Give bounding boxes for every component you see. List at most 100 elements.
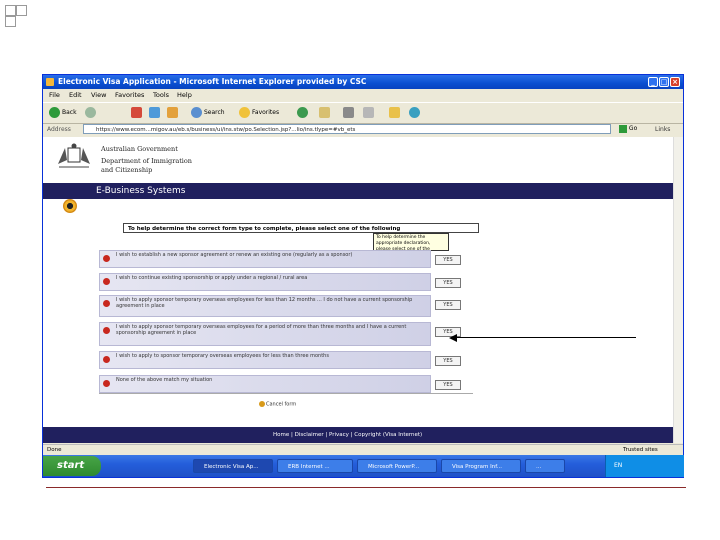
start-button[interactable]: start bbox=[43, 456, 101, 476]
option-text: I wish to apply sponsor temporary overse… bbox=[116, 324, 407, 336]
yes-button[interactable]: YES bbox=[435, 380, 461, 390]
address-label: Address bbox=[47, 126, 71, 133]
taskbar-item[interactable]: Electronic Visa Ap... bbox=[193, 459, 273, 473]
arrow-bullet-icon bbox=[103, 255, 110, 262]
cancel-form-link[interactable]: Cancel form bbox=[259, 401, 296, 408]
print-icon bbox=[343, 107, 354, 118]
messenger-button[interactable] bbox=[409, 106, 422, 120]
taskbar-item[interactable]: Visa Program Inf... bbox=[441, 459, 521, 473]
form-prompt: To help determine the correct form type … bbox=[123, 223, 479, 233]
menu-file[interactable]: File bbox=[49, 89, 60, 101]
browser-window: Electronic Visa Application - Microsoft … bbox=[42, 74, 684, 478]
ie-icon bbox=[46, 78, 54, 86]
back-arrow-icon bbox=[49, 107, 60, 118]
status-bar: Done Trusted sites bbox=[43, 444, 683, 455]
option-text: I wish to apply to sponsor temporary ove… bbox=[116, 353, 329, 359]
edit-icon bbox=[363, 107, 374, 118]
edit-button[interactable] bbox=[363, 106, 376, 120]
arrow-bullet-icon bbox=[103, 300, 110, 307]
tooltip: To help determine the appropriate declar… bbox=[373, 233, 449, 251]
print-button[interactable] bbox=[343, 106, 356, 120]
option-text: I wish to establish a new sponsor agreem… bbox=[116, 252, 353, 258]
search-label: Search bbox=[204, 109, 225, 116]
yes-button[interactable]: YES bbox=[435, 300, 461, 310]
folder-button[interactable] bbox=[389, 106, 402, 120]
slide-divider bbox=[46, 487, 686, 488]
cancel-icon bbox=[259, 401, 265, 407]
taskbar-item[interactable]: ... bbox=[525, 459, 565, 473]
language-indicator[interactable]: EN bbox=[614, 455, 622, 477]
annotation-arrowhead bbox=[449, 334, 457, 342]
back-button[interactable]: Back bbox=[49, 106, 77, 120]
mail-icon bbox=[319, 107, 330, 118]
option-panel: I wish to apply sponsor temporary overse… bbox=[99, 295, 431, 317]
option-row: I wish to apply sponsor temporary overse… bbox=[99, 322, 473, 346]
slide-corner-marker bbox=[5, 5, 16, 16]
option-panel: I wish to apply to sponsor temporary ove… bbox=[99, 351, 431, 369]
yes-button[interactable]: YES bbox=[435, 255, 461, 265]
mail-button[interactable] bbox=[319, 106, 332, 120]
annotation-arrow bbox=[456, 337, 636, 338]
star-icon bbox=[239, 107, 250, 118]
search-button[interactable]: Search bbox=[191, 106, 225, 120]
minimize-button[interactable]: _ bbox=[648, 77, 658, 87]
address-input[interactable]: https://www.ecom...migov.au/eb.s/busines… bbox=[83, 124, 611, 134]
page-footer: Home | Disclaimer | Privacy | Copyright … bbox=[43, 427, 673, 443]
search-icon bbox=[191, 107, 202, 118]
option-panel: I wish to continue existing sponsorship … bbox=[99, 273, 431, 291]
menu-favorites[interactable]: Favorites bbox=[115, 89, 144, 101]
taskbar-item[interactable]: ERB Internet ... bbox=[277, 459, 353, 473]
option-panel: None of the above match my situation bbox=[99, 375, 431, 393]
home-button[interactable] bbox=[167, 106, 180, 120]
folder-icon bbox=[389, 107, 400, 118]
window-title: Electronic Visa Application - Microsoft … bbox=[58, 77, 367, 86]
option-row: I wish to establish a new sponsor agreem… bbox=[99, 250, 473, 268]
refresh-icon bbox=[149, 107, 160, 118]
menu-help[interactable]: Help bbox=[177, 89, 192, 101]
slide-corner-marker bbox=[5, 16, 16, 27]
menu-tools[interactable]: Tools bbox=[153, 89, 169, 101]
stop-icon bbox=[131, 107, 142, 118]
taskbar-item[interactable]: Microsoft PowerP... bbox=[357, 459, 437, 473]
history-icon bbox=[297, 107, 308, 118]
option-row: I wish to apply sponsor temporary overse… bbox=[99, 295, 473, 317]
back-label: Back bbox=[62, 109, 77, 116]
coat-of-arms-icon bbox=[58, 143, 90, 168]
maximize-button[interactable]: □ bbox=[659, 77, 669, 87]
history-button[interactable] bbox=[297, 106, 310, 120]
taskbar: start Electronic Visa Ap... ERB Internet… bbox=[43, 455, 684, 477]
divider bbox=[99, 393, 473, 394]
arrow-bullet-icon bbox=[103, 278, 110, 285]
forward-arrow-icon bbox=[85, 107, 96, 118]
go-button[interactable]: Go bbox=[619, 124, 645, 134]
refresh-button[interactable] bbox=[149, 106, 162, 120]
cancel-label: Cancel form bbox=[266, 401, 297, 408]
home-icon bbox=[167, 107, 178, 118]
close-button[interactable]: × bbox=[670, 77, 680, 87]
arrow-bullet-icon bbox=[103, 356, 110, 363]
zone-text: Trusted sites bbox=[623, 447, 658, 453]
menu-view[interactable]: View bbox=[91, 89, 106, 101]
slide-corner-marker bbox=[16, 5, 27, 16]
title-bar: Electronic Visa Application - Microsoft … bbox=[43, 75, 683, 89]
slide: { "window": { "title": "Electronic Visa … bbox=[0, 0, 720, 540]
site-banner: E-Business Systems bbox=[43, 183, 673, 199]
option-row: I wish to apply to sponsor temporary ove… bbox=[99, 351, 473, 369]
favorites-button[interactable]: Favorites bbox=[239, 106, 279, 120]
option-text: I wish to apply sponsor temporary overse… bbox=[116, 297, 413, 309]
forward-button[interactable] bbox=[85, 106, 98, 120]
system-tray: EN bbox=[605, 455, 684, 477]
stop-button[interactable] bbox=[131, 106, 144, 120]
sun-logo-icon bbox=[63, 199, 77, 213]
yes-button[interactable]: YES bbox=[435, 327, 461, 337]
yes-button[interactable]: YES bbox=[435, 356, 461, 366]
menu-bar: File Edit View Favorites Tools Help bbox=[43, 89, 683, 101]
links-label[interactable]: Links bbox=[655, 123, 670, 136]
status-text: Done bbox=[47, 447, 62, 453]
option-row: None of the above match my situation YES bbox=[99, 375, 473, 393]
option-panel: I wish to apply sponsor temporary overse… bbox=[99, 322, 431, 346]
menu-edit[interactable]: Edit bbox=[69, 89, 82, 101]
footer-links[interactable]: Home | Disclaimer | Privacy | Copyright … bbox=[273, 427, 422, 443]
vertical-scrollbar[interactable] bbox=[673, 137, 683, 443]
yes-button[interactable]: YES bbox=[435, 278, 461, 288]
